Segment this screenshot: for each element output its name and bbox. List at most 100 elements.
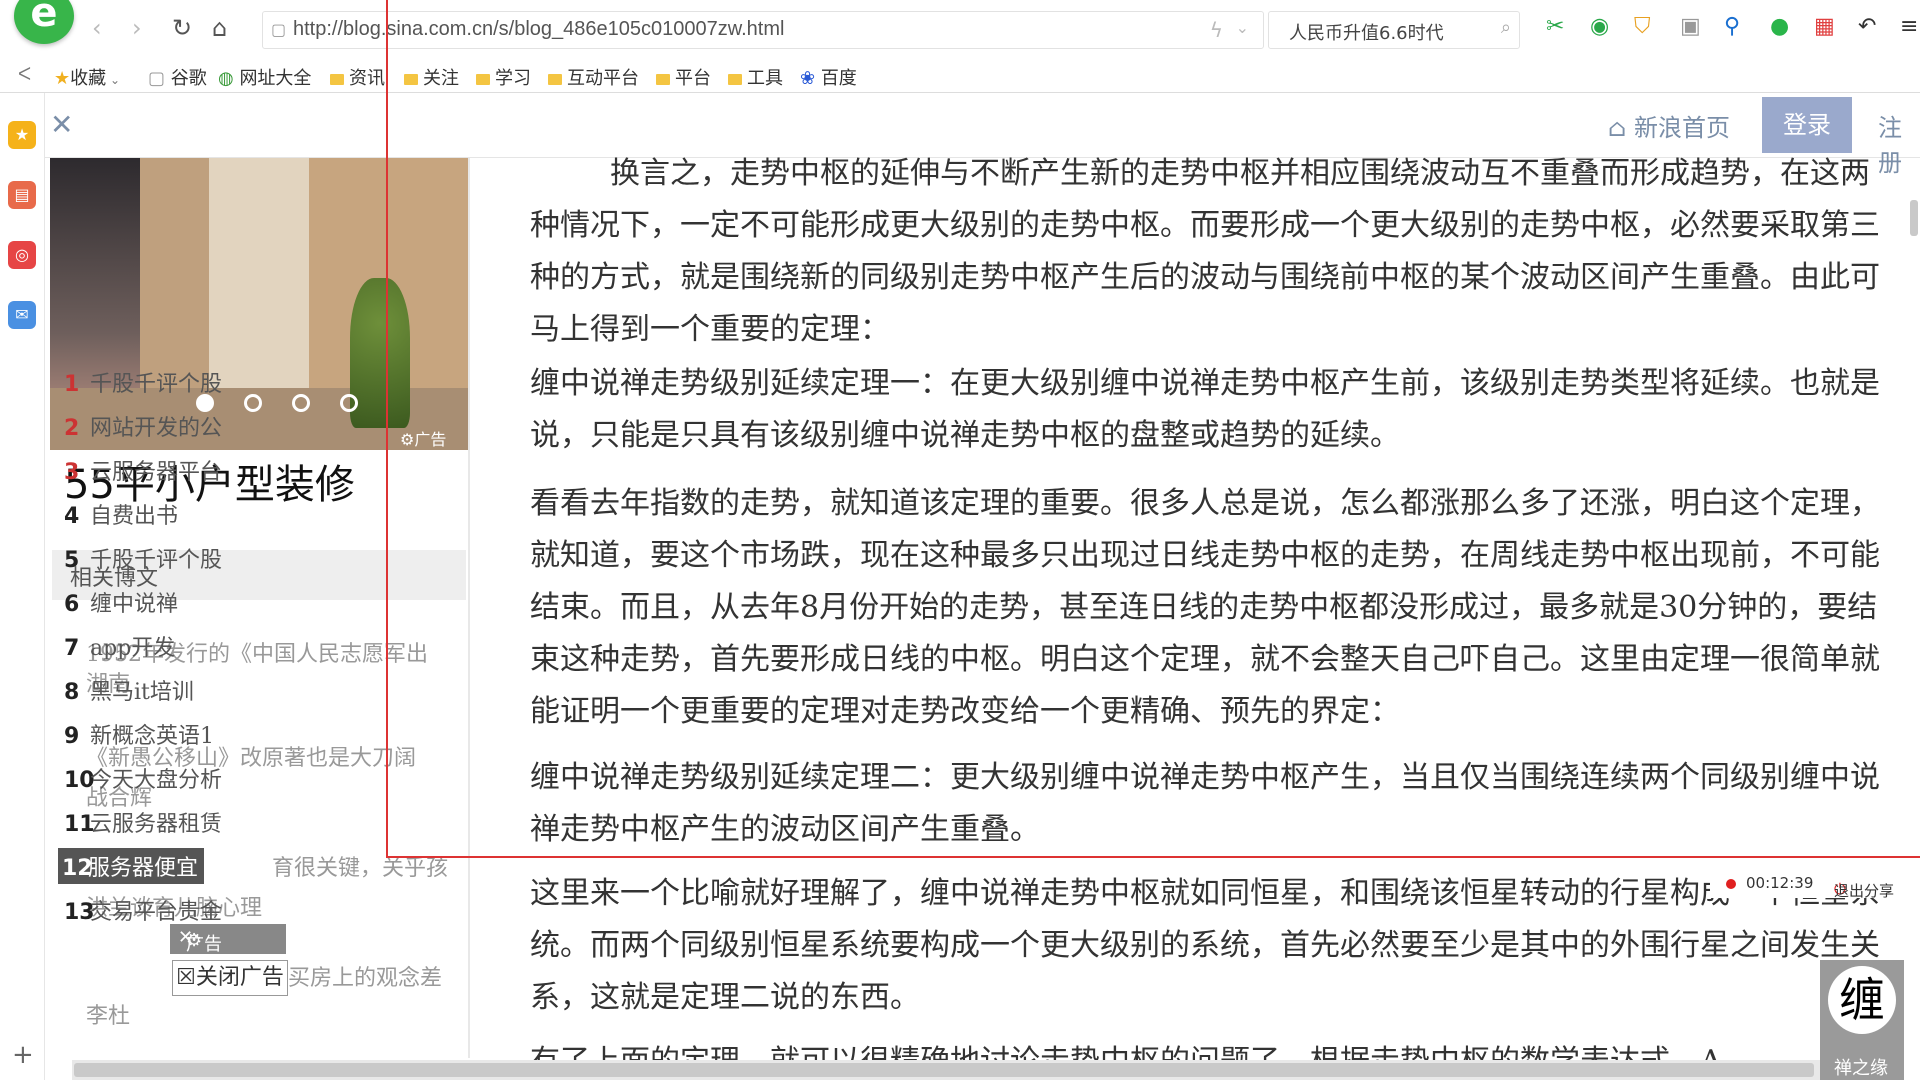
bookmark-label: 网址大全 [239, 68, 312, 89]
search-value: 人民币升值6.6时代 [1289, 23, 1444, 44]
bookmark-label: 工具 [747, 68, 783, 89]
hot-list-item[interactable]: 6 缠中说禅 [64, 586, 178, 618]
bookmark-label: 收藏 [70, 68, 107, 89]
refresh-icon[interactable]: ↻ [172, 14, 192, 42]
carousel-dot[interactable] [340, 394, 358, 412]
hot-list-item[interactable]: 7 app开发 [64, 630, 175, 662]
magnifier-icon[interactable]: ⚲ [1724, 14, 1740, 39]
undo-icon[interactable]: ↶ [1858, 14, 1876, 39]
bookmark-xuexi[interactable]: 学习 [476, 64, 531, 90]
hot-label: 云服务器平台 [90, 460, 223, 485]
login-button[interactable]: 登录 [1762, 97, 1852, 153]
folder-icon [656, 74, 670, 85]
bookmark-baidu[interactable]: ❀ 百度 [800, 64, 857, 90]
hot-list-item[interactable]: 10今天大盘分析 [64, 762, 222, 794]
close-ad-button[interactable]: ☒关闭广告 [172, 960, 288, 996]
lightning-icon[interactable]: ϟ [1210, 18, 1223, 42]
bookmark-label: 资讯 [349, 68, 385, 89]
scrollbar-thumb[interactable] [74, 1063, 1814, 1077]
hot-num: 1 [64, 372, 80, 397]
translate-icon[interactable]: ◉ [1590, 14, 1609, 39]
hot-label: 云服务器租赁 [90, 812, 223, 837]
hot-list-item[interactable]: 11云服务器租赁 [64, 806, 222, 838]
shield-icon[interactable]: ⛉ [1634, 14, 1651, 39]
hot-num: 6 [64, 592, 80, 617]
bookmark-label: 谷歌 [170, 68, 207, 89]
hot-list-item[interactable]: 1 千股千评个股 [64, 366, 222, 398]
hot-num: 5 [64, 548, 80, 573]
bookmark-daquan[interactable]: ◍ 网址大全 [218, 64, 311, 90]
side-rail: ★ ▤ ◎ ✉ [0, 93, 45, 1080]
menu-icon[interactable]: ≡ [1900, 14, 1918, 39]
bookmark-pingtai[interactable]: 平台 [656, 64, 711, 90]
annotation-line-horizontal [386, 856, 1920, 858]
related-item[interactable]: 育很关键，关乎孩 [272, 850, 448, 882]
folder-icon [548, 74, 562, 85]
bookmark-zixun[interactable]: 资讯 [330, 64, 385, 90]
sina-home-label: 新浪首页 [1633, 114, 1730, 142]
address-bar[interactable]: ▢ http://blog.sina.com.cn/s/blog_486e105… [262, 11, 1264, 49]
chan-logo-glyph: 缠 [1828, 966, 1896, 1034]
info-icon: ⚙ [400, 430, 415, 449]
exit-share-label: 退出分享 [1834, 882, 1895, 900]
home-icon[interactable]: ⌂ [212, 14, 227, 42]
horizontal-scrollbar[interactable] [72, 1060, 1820, 1080]
carousel-dot[interactable] [244, 394, 262, 412]
baidu-icon: ❀ [800, 68, 821, 89]
hot-list-item[interactable]: 9 新概念英语1 [64, 718, 214, 750]
picture-icon[interactable]: ▣ [1680, 14, 1701, 39]
search-icon[interactable]: ⌕ [1501, 17, 1511, 38]
bookmark-favorites[interactable]: ★收藏 ⌄ [54, 64, 120, 90]
recording-widget: 00:12:39 ⏻ 退出分享 [1710, 868, 1920, 900]
vertical-scrollbar[interactable] [1910, 200, 1918, 236]
hot-list-item[interactable]: 2 网站开发的公 [64, 410, 222, 442]
favorites-icon[interactable]: ★ [8, 121, 36, 149]
add-icon[interactable]: + [12, 1040, 34, 1070]
bookmark-gongju[interactable]: 工具 [728, 64, 783, 90]
bookmark-label: 百度 [820, 68, 857, 89]
hot-list-item[interactable]: 4 自费出书 [64, 498, 178, 530]
close-icon[interactable]: ✕ [50, 108, 73, 141]
notes-icon[interactable]: ▤ [8, 181, 36, 209]
hot-num: 12 [62, 856, 93, 881]
hot-label: 黑马it培训 [90, 680, 194, 705]
related-item[interactable]: 买房上的观念差 [288, 960, 442, 992]
browser-logo-icon[interactable]: e [14, 0, 74, 44]
search-input[interactable]: 人民币升值6.6时代 ⌕ [1268, 11, 1520, 49]
related-item[interactable]: 李杜 [86, 998, 130, 1030]
hot-list-item[interactable]: 8 黑马it培训 [64, 674, 194, 706]
house-icon: ⌂ [1608, 114, 1634, 142]
article-paragraph: 这里来一个比喻就好理解了，缠中说禅走势中枢就如同恒星，和围绕该恒星转动的行星构成… [530, 876, 1880, 1015]
annotation-line-vertical [386, 0, 388, 858]
chevron-down-icon: ⌄ [106, 73, 121, 87]
hot-list-item[interactable]: 5 千股千评个股 [64, 542, 222, 574]
sina-home-link[interactable]: ⌂ 新浪首页 [1608, 108, 1730, 143]
forward-icon[interactable]: › [132, 14, 142, 42]
bookmark-guanzhu[interactable]: 关注 [404, 64, 459, 90]
page-icon: ▢ [148, 68, 171, 89]
hot-label: 缠中说禅 [90, 592, 179, 617]
back-icon[interactable]: ‹ [92, 14, 102, 42]
hot-list-item[interactable]: 13交易平台贵金 [64, 894, 222, 926]
weibo-icon[interactable]: ◎ [8, 241, 36, 269]
chevron-down-icon[interactable]: ⌄ [1236, 18, 1249, 37]
mail-icon[interactable]: ✉ [8, 301, 36, 329]
carousel-dot[interactable] [292, 394, 310, 412]
hot-label: 交易平台贵金 [90, 900, 223, 925]
ad-badge-text: 广告 [186, 934, 222, 955]
hot-label: 新概念英语1 [90, 724, 214, 749]
collapse-icon[interactable]: ᐸ [18, 64, 31, 85]
ad-photo-plant [350, 278, 410, 428]
bookmark-google[interactable]: ▢ 谷歌 [148, 64, 207, 90]
url-text: http://blog.sina.com.cn/s/blog_486e105c0… [293, 18, 785, 40]
folder-icon [476, 74, 490, 85]
scissors-icon[interactable]: ✂ [1546, 14, 1564, 39]
hot-label: 千股千评个股 [90, 372, 223, 397]
hot-list-item[interactable]: 3 云服务器平台 [64, 454, 222, 486]
chat-icon[interactable]: ● [1770, 14, 1789, 39]
hot-list-item-selected[interactable]: 12服务器便宜 [58, 848, 205, 884]
folder-icon [728, 74, 742, 85]
bookmark-hudong[interactable]: 互动平台 [548, 64, 639, 90]
apps-icon[interactable]: ▦ [1814, 14, 1835, 39]
ad-badge-label: ⚙ 广告 ✕ [178, 927, 222, 955]
